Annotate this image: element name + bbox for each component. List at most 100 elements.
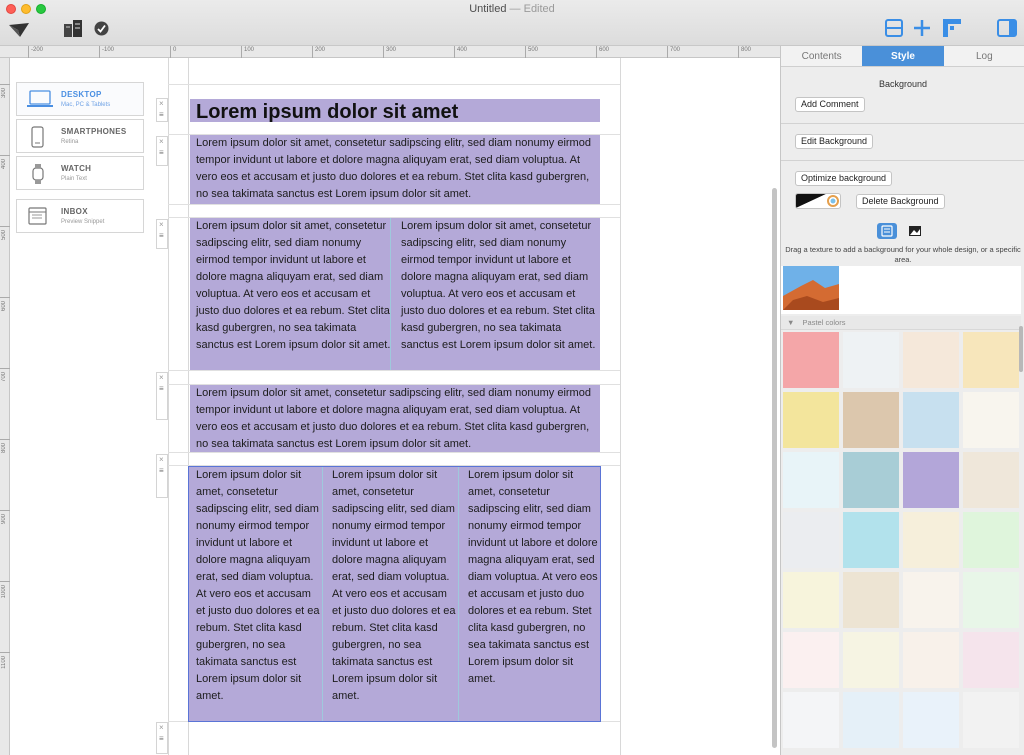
color-swatch[interactable] [903, 512, 959, 568]
color-swatch[interactable] [963, 692, 1019, 748]
add-comment-button[interactable]: Add Comment [795, 97, 865, 112]
texture-icon [881, 225, 893, 237]
remove-row-icon[interactable]: × [159, 100, 164, 108]
color-swatch[interactable] [903, 632, 959, 688]
canvas-scrollbar[interactable] [772, 188, 777, 748]
color-swatch[interactable] [903, 392, 959, 448]
color-swatch[interactable] [783, 572, 839, 628]
color-swatch[interactable] [963, 332, 1019, 388]
color-swatch[interactable] [903, 452, 959, 508]
tab-log[interactable]: Log [944, 46, 1024, 66]
device-inbox[interactable]: INBOX Preview Snippet [16, 199, 144, 233]
color-swatch[interactable] [963, 572, 1019, 628]
checkmark-icon[interactable] [94, 21, 109, 36]
color-swatch[interactable] [843, 452, 899, 508]
remove-row-icon[interactable]: × [159, 724, 164, 732]
color-swatch[interactable] [843, 392, 899, 448]
drag-handle-icon[interactable]: ≡ [159, 149, 164, 157]
row-control[interactable]: × ≡ [156, 136, 168, 166]
color-swatch[interactable] [783, 692, 839, 748]
remove-row-icon[interactable]: × [159, 138, 164, 146]
ruler-mark: 600 [0, 297, 10, 311]
row-control[interactable]: × ≡ [156, 219, 168, 249]
remove-row-icon[interactable]: × [159, 374, 164, 382]
device-smartphones[interactable]: SMARTPHONES Retina [16, 119, 144, 153]
color-swatch[interactable] [783, 512, 839, 568]
color-swatch[interactable] [783, 392, 839, 448]
ruler-label: 600 [1, 301, 7, 312]
device-desktop[interactable]: DESKTOP Mac, PC & Tablets [16, 82, 144, 116]
color-swatch[interactable] [903, 692, 959, 748]
device-name: INBOX [61, 207, 88, 216]
color-swatch[interactable] [963, 452, 1019, 508]
color-swatch[interactable] [843, 692, 899, 748]
ruler-label: 700 [667, 46, 680, 58]
color-swatch[interactable] [843, 332, 899, 388]
row-control[interactable]: × ≡ [156, 454, 168, 498]
ruler-mark: 1100 [0, 652, 10, 669]
drag-handle-icon[interactable]: ≡ [159, 111, 164, 119]
ruler-label: 500 [1, 230, 7, 241]
ruler-label: 0 [170, 46, 176, 58]
ruler-icon[interactable] [941, 17, 963, 39]
color-swatch[interactable] [903, 572, 959, 628]
color-swatch[interactable] [963, 512, 1019, 568]
ruler-label: 1100 [1, 656, 7, 669]
text-block-full[interactable]: Lorem ipsum dolor sit amet, consetetur s… [190, 385, 600, 452]
color-swatch[interactable] [783, 452, 839, 508]
optimize-background-button[interactable]: Optimize background [795, 171, 893, 186]
edit-background-button[interactable]: Edit Background [795, 134, 874, 149]
background-image-list [781, 266, 1021, 314]
phone-icon [31, 126, 44, 148]
row-control[interactable]: × ≡ [156, 372, 168, 420]
color-swatch[interactable] [783, 332, 839, 388]
drag-handle-icon[interactable]: ≡ [159, 467, 164, 475]
disclosure-triangle-icon: ▼ [787, 318, 795, 327]
color-swatch[interactable] [843, 632, 899, 688]
watch-icon [32, 164, 44, 184]
mountain-image-thumbnail[interactable] [783, 266, 839, 310]
remove-row-icon[interactable]: × [159, 221, 164, 229]
heading-block[interactable]: Lorem ipsum dolor sit amet [190, 99, 600, 123]
image-mode-button[interactable] [905, 223, 925, 239]
device-watch[interactable]: WATCH Plain Text [16, 156, 144, 190]
color-swatch[interactable] [903, 332, 959, 388]
text-block-full[interactable]: Lorem ipsum dolor sit amet, consetetur s… [190, 135, 600, 204]
pastel-colors-header[interactable]: ▼ Pastel colors [781, 316, 1021, 330]
layout-blocks-icon[interactable] [62, 18, 84, 38]
color-swatch[interactable] [783, 632, 839, 688]
send-icon[interactable] [8, 22, 30, 38]
color-picker-well[interactable] [795, 193, 841, 209]
drag-handle-icon[interactable]: ≡ [159, 232, 164, 240]
text-block-two-column[interactable]: Lorem ipsum dolor sit amet, consetetur s… [190, 218, 600, 370]
device-name: DESKTOP [61, 90, 102, 99]
row-control[interactable]: × ≡ [156, 98, 168, 122]
layout-toggle-icon[interactable] [884, 18, 904, 38]
design-canvas[interactable]: DESKTOP Mac, PC & Tablets SMARTPHONES Re… [10, 58, 780, 755]
horizontal-ruler: -200 -100 0 100 200 300 400 500 600 700 … [0, 46, 780, 58]
color-swatch[interactable] [963, 392, 1019, 448]
page-guide-right [620, 58, 621, 755]
texture-mode-button[interactable] [877, 223, 897, 239]
color-swatch[interactable] [843, 572, 899, 628]
window-title: Untitled — Edited [0, 3, 1024, 15]
tab-contents[interactable]: Contents [781, 46, 862, 66]
add-row-icon[interactable] [912, 18, 932, 38]
device-subtitle: Plain Text [61, 176, 87, 182]
tab-style[interactable]: Style [862, 46, 944, 66]
page-guide-left [168, 58, 169, 755]
inspector-panel: Contents Style Log Background Add Commen… [780, 46, 1024, 755]
delete-background-button[interactable]: Delete Background [856, 194, 945, 209]
drag-handle-icon[interactable]: ≡ [159, 385, 164, 393]
drag-handle-icon[interactable]: ≡ [159, 735, 164, 743]
row-control[interactable]: × ≡ [156, 722, 168, 754]
section-title: Background [878, 79, 928, 89]
divider [781, 123, 1024, 124]
panel-toggle-icon[interactable] [997, 19, 1017, 37]
ruler-mark: 1000 [0, 581, 10, 598]
remove-row-icon[interactable]: × [159, 456, 164, 464]
color-swatch[interactable] [963, 632, 1019, 688]
color-swatch[interactable] [843, 512, 899, 568]
image-icon [909, 226, 921, 236]
panel-scrollbar[interactable] [1019, 326, 1023, 372]
